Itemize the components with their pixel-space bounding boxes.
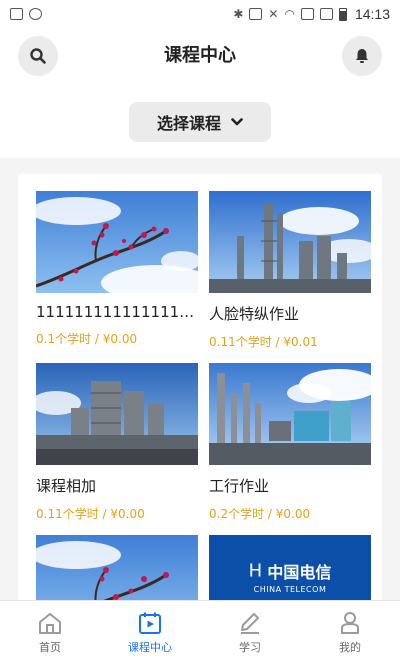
industrial-plant-image — [36, 363, 198, 465]
course-thumbnail: ᕼ 中国电信 CHINA TELECOM — [209, 535, 371, 600]
search-button[interactable] — [18, 36, 58, 76]
sim2-icon — [319, 8, 333, 20]
course-grid: 1111111111111111... 0.1个学时 / ¥0.00 人脸特纵作… — [18, 174, 382, 600]
course-meta: 0.11个学时 / ¥0.00 — [36, 507, 145, 521]
select-course-button[interactable]: 选择课程 — [129, 102, 271, 142]
status-time: 14:13 — [354, 6, 390, 22]
bluetooth-icon: ✱ — [233, 7, 244, 21]
bottom-nav: 首页 课程中心 学习 我的 — [0, 600, 400, 666]
mute-icon: ✕ — [268, 7, 279, 21]
pencil-icon — [241, 613, 259, 634]
home-icon — [39, 613, 61, 634]
nav-study[interactable]: 学习 — [200, 601, 300, 666]
select-course-label: 选择课程 — [156, 114, 221, 133]
course-thumbnail — [36, 535, 198, 600]
nfc-icon — [249, 8, 263, 20]
chevron-down-icon — [231, 118, 243, 126]
telecom-logo-subtext: CHINA TELECOM — [253, 585, 327, 594]
nav-course-center[interactable]: 课程中心 — [100, 601, 200, 666]
nav-home-label: 首页 — [39, 641, 61, 654]
course-thumbnail — [36, 363, 198, 465]
course-thumbnail — [209, 191, 371, 293]
course-name: 人脸特纵作业 — [209, 305, 300, 323]
status-left — [10, 8, 42, 20]
status-right: ✱ ✕ ◠ 14:13 — [233, 6, 390, 22]
wifi-icon: ◠ — [284, 7, 295, 21]
image-icon — [10, 8, 23, 20]
plum-blossom-image — [36, 191, 198, 293]
battery-icon — [338, 7, 347, 21]
course-card[interactable]: 课程相加 0.11个学时 / ¥0.00 — [36, 363, 198, 522]
course-thumbnail — [209, 363, 371, 465]
course-card[interactable]: 人脸特纵作业 0.11个学时 / ¥0.01 — [209, 191, 371, 350]
course-card[interactable] — [36, 535, 198, 600]
nav-home[interactable]: 首页 — [0, 601, 100, 666]
user-icon — [341, 612, 359, 634]
sync-icon — [29, 8, 42, 20]
status-bar: ✱ ✕ ◠ 14:13 — [0, 0, 400, 28]
refinery-towers-image — [209, 191, 371, 293]
notification-button[interactable] — [342, 36, 382, 76]
nav-study-label: 学习 — [239, 641, 261, 654]
course-name: 工行作业 — [209, 477, 270, 495]
plum-blossom-image — [36, 535, 198, 600]
course-name: 1111111111111111... — [36, 303, 198, 321]
course-play-icon — [139, 612, 161, 634]
nav-mine[interactable]: 我的 — [300, 601, 400, 666]
course-list-area[interactable]: 1111111111111111... 0.1个学时 / ¥0.00 人脸特纵作… — [0, 158, 400, 600]
telecom-logo-mark-icon: ᕼ — [248, 560, 263, 582]
bell-icon — [356, 49, 368, 63]
nav-mine-label: 我的 — [339, 641, 361, 654]
course-card[interactable]: ᕼ 中国电信 CHINA TELECOM — [209, 535, 371, 600]
header: 课程中心 — [0, 28, 400, 84]
course-card[interactable]: 工行作业 0.2个学时 / ¥0.00 — [209, 363, 371, 522]
course-meta: 0.1个学时 / ¥0.00 — [36, 332, 138, 346]
course-meta: 0.2个学时 / ¥0.00 — [209, 507, 311, 521]
course-card[interactable]: 1111111111111111... 0.1个学时 / ¥0.00 — [36, 191, 198, 347]
course-meta: 0.11个学时 / ¥0.01 — [209, 335, 318, 349]
search-icon — [30, 48, 46, 64]
chemical-plant-image — [209, 363, 371, 465]
china-telecom-logo: ᕼ 中国电信 CHINA TELECOM — [209, 559, 371, 595]
course-name: 课程相加 — [36, 477, 97, 495]
telecom-logo-text: 中国电信 — [267, 563, 332, 582]
course-thumbnail — [36, 191, 198, 293]
page-title: 课程中心 — [164, 45, 236, 66]
nav-course-center-label: 课程中心 — [128, 641, 172, 654]
sim1-icon — [300, 8, 314, 20]
